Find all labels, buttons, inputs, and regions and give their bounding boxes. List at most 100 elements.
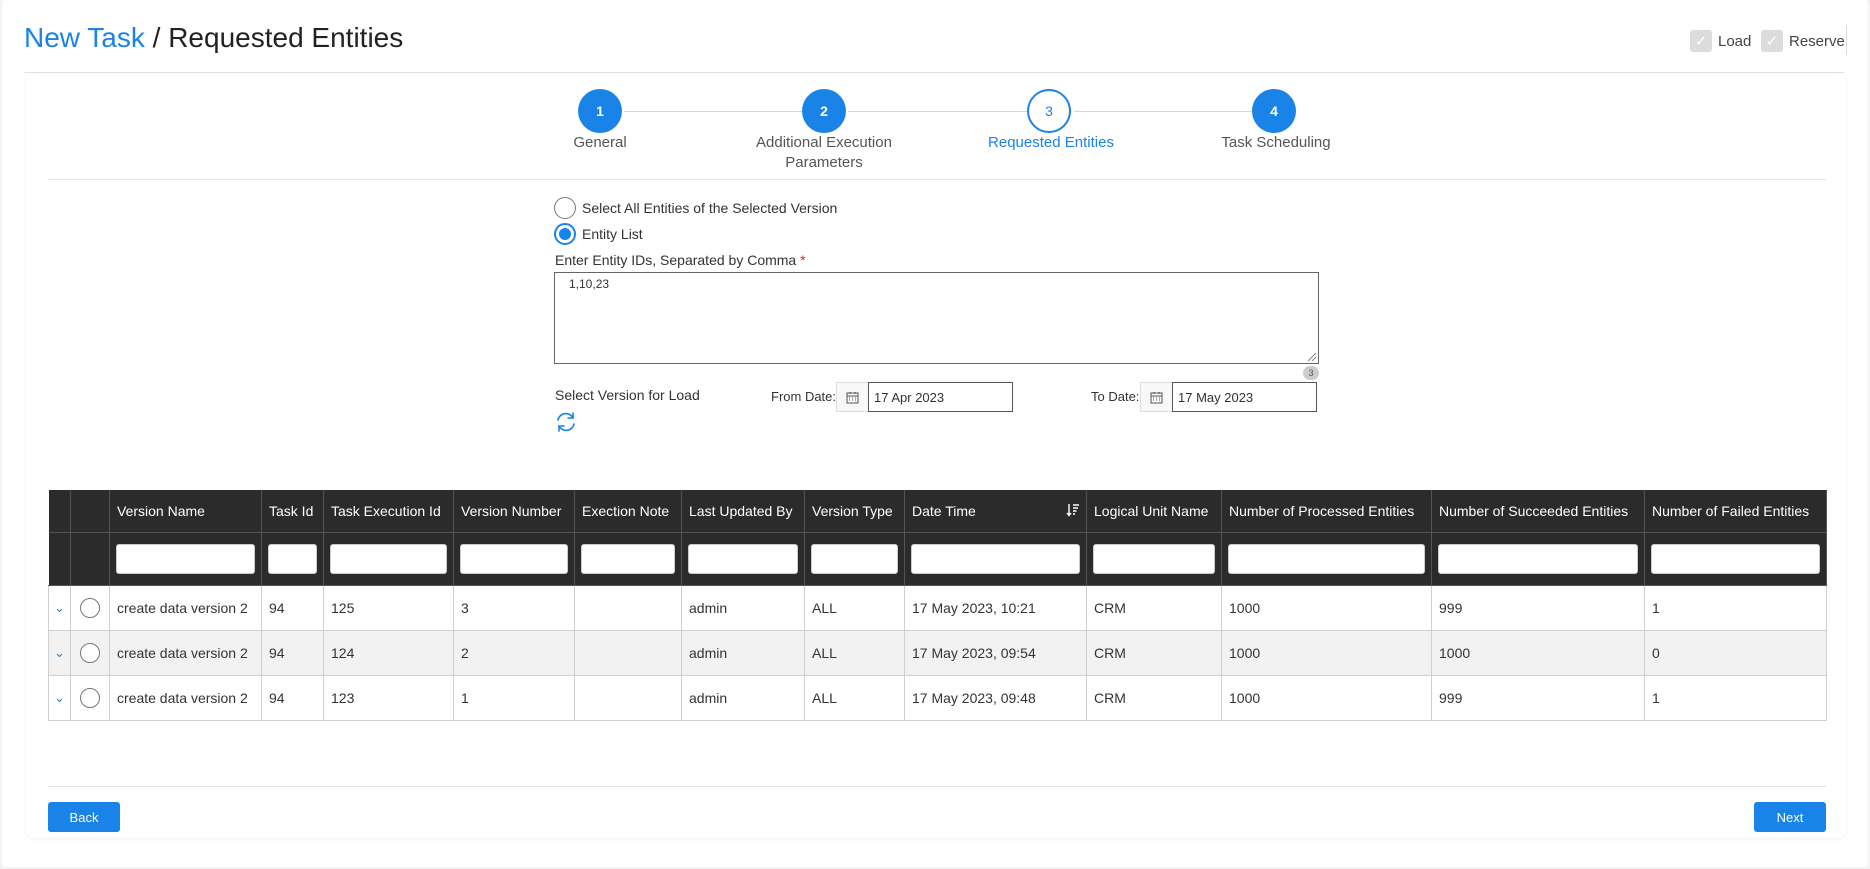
expand-column-header <box>48 490 71 533</box>
sort-descending-icon[interactable] <box>1066 503 1080 520</box>
header-divider <box>1846 25 1847 55</box>
succeeded-entities-filter[interactable] <box>1438 543 1638 574</box>
filter-cell <box>904 532 1087 586</box>
step-1-label: General <box>573 134 627 151</box>
column-header[interactable]: Last Updated By <box>681 490 805 533</box>
breadcrumb-current: Requested Entities <box>168 22 404 53</box>
column-header[interactable]: Version Name <box>109 490 262 533</box>
entity-ids-textarea[interactable]: 1,10,23 <box>554 272 1319 364</box>
version-number-cell: 3 <box>453 584 575 631</box>
processed-entities-cell: 1000 <box>1221 584 1432 631</box>
version-type-cell: ALL <box>804 584 905 631</box>
radio-unchecked-icon <box>554 197 576 219</box>
page-title: New Task / Requested Entities <box>24 22 403 54</box>
date-time-cell: 17 May 2023, 09:48 <box>904 674 1087 721</box>
last-updated-by-cell: admin <box>681 629 805 676</box>
version-name-filter[interactable] <box>116 543 255 574</box>
reserve-checkbox[interactable]: ✓ Reserve <box>1761 29 1845 53</box>
select-version-label: Select Version for Load <box>555 387 700 403</box>
step-3-label: Requested Entities <box>988 134 1114 151</box>
filter-cell <box>48 532 71 586</box>
version-type-filter[interactable] <box>811 543 898 574</box>
column-header[interactable]: Task Id <box>261 490 324 533</box>
column-header[interactable]: Task Execution Id <box>323 490 454 533</box>
to-date-label: To Date: <box>1091 389 1140 404</box>
radio-checked-icon <box>554 223 576 245</box>
checkmark-icon: ✓ <box>1761 30 1783 52</box>
task-execution-id-cell: 123 <box>323 674 454 721</box>
task-id-cell: 94 <box>261 674 324 721</box>
date-time-column-label: Date Time <box>912 502 976 519</box>
load-checkbox[interactable]: ✓ Load <box>1690 29 1751 53</box>
table-header-row: Version Name Task Id Task Execution Id V… <box>48 490 1827 533</box>
version-number-cell: 2 <box>453 629 575 676</box>
task-execution-id-cell: 124 <box>323 629 454 676</box>
table-row[interactable]: ⌄ create data version 2 94 125 3 admin A… <box>48 584 1827 631</box>
last-updated-by-filter[interactable] <box>688 543 798 574</box>
refresh-icon[interactable] <box>554 410 578 434</box>
load-checkbox-label: Load <box>1718 32 1752 50</box>
execution-note-cell <box>574 629 682 676</box>
version-number-filter[interactable] <box>460 543 568 574</box>
row-select-radio[interactable] <box>70 674 110 721</box>
filter-cell <box>1221 532 1432 586</box>
execution-note-cell <box>574 674 682 721</box>
version-type-cell: ALL <box>804 629 905 676</box>
column-header[interactable]: Number of Failed Entities <box>1644 490 1827 533</box>
failed-entities-filter[interactable] <box>1651 543 1820 574</box>
calendar-icon[interactable] <box>1140 382 1172 412</box>
step-4-circle[interactable]: 4 <box>1252 89 1296 133</box>
logical-unit-name-filter[interactable] <box>1093 543 1215 574</box>
page-header: New Task / Requested Entities ✓ Load ✓ R… <box>24 0 1847 73</box>
entity-list-radio[interactable]: Entity List <box>554 223 643 245</box>
resize-handle-icon[interactable] <box>1306 351 1317 362</box>
task-id-cell: 94 <box>261 629 324 676</box>
date-time-column-header[interactable]: Date Time <box>904 490 1087 533</box>
step-1-circle[interactable]: 1 <box>578 89 622 133</box>
to-date-input[interactable] <box>1172 382 1317 412</box>
select-all-entities-radio[interactable]: Select All Entities of the Selected Vers… <box>554 197 837 219</box>
execution-note-filter[interactable] <box>581 543 675 574</box>
table-row[interactable]: ⌄ create data version 2 94 123 1 admin A… <box>48 674 1827 721</box>
filter-cell <box>109 532 262 586</box>
succeeded-entities-cell: 999 <box>1431 584 1645 631</box>
column-header[interactable]: Number of Succeeded Entities <box>1431 490 1645 533</box>
filter-cell <box>804 532 905 586</box>
next-button[interactable]: Next <box>1754 802 1826 832</box>
row-select-radio[interactable] <box>70 584 110 631</box>
expand-row-chevron-icon[interactable]: ⌄ <box>48 584 71 631</box>
filter-cell <box>323 532 454 586</box>
entity-list-label: Entity List <box>582 226 643 242</box>
filter-cell <box>261 532 324 586</box>
entity-ids-label-text: Enter Entity IDs, Separated by Comma <box>555 252 797 268</box>
column-header[interactable]: Version Number <box>453 490 575 533</box>
radio-unchecked-icon <box>80 687 100 708</box>
from-date-field <box>836 382 1013 412</box>
processed-entities-filter[interactable] <box>1228 543 1425 574</box>
from-date-input[interactable] <box>868 382 1013 412</box>
column-header[interactable]: Version Type <box>804 490 905 533</box>
select-column-header <box>70 490 110 533</box>
task-execution-id-filter[interactable] <box>330 543 447 574</box>
date-time-filter[interactable] <box>911 543 1080 574</box>
succeeded-entities-cell: 1000 <box>1431 629 1645 676</box>
task-execution-id-cell: 125 <box>323 584 454 631</box>
expand-row-chevron-icon[interactable]: ⌄ <box>48 629 71 676</box>
table-row[interactable]: ⌄ create data version 2 94 124 2 admin A… <box>48 629 1827 676</box>
step-3-circle[interactable]: 3 <box>1027 89 1071 133</box>
expand-row-chevron-icon[interactable]: ⌄ <box>48 674 71 721</box>
task-id-filter[interactable] <box>268 543 317 574</box>
required-marker: * <box>800 252 806 268</box>
filter-cell <box>70 532 110 586</box>
date-time-cell: 17 May 2023, 10:21 <box>904 584 1087 631</box>
column-header[interactable]: Logical Unit Name <box>1086 490 1222 533</box>
calendar-icon[interactable] <box>836 382 868 412</box>
failed-entities-cell: 1 <box>1644 584 1827 631</box>
breadcrumb-new-task-link[interactable]: New Task <box>24 22 145 53</box>
back-button[interactable]: Back <box>48 802 120 832</box>
column-header[interactable]: Exection Note <box>574 490 682 533</box>
column-header[interactable]: Number of Processed Entities <box>1221 490 1432 533</box>
stepper-divider <box>48 179 1826 180</box>
step-2-circle[interactable]: 2 <box>802 89 846 133</box>
row-select-radio[interactable] <box>70 629 110 676</box>
